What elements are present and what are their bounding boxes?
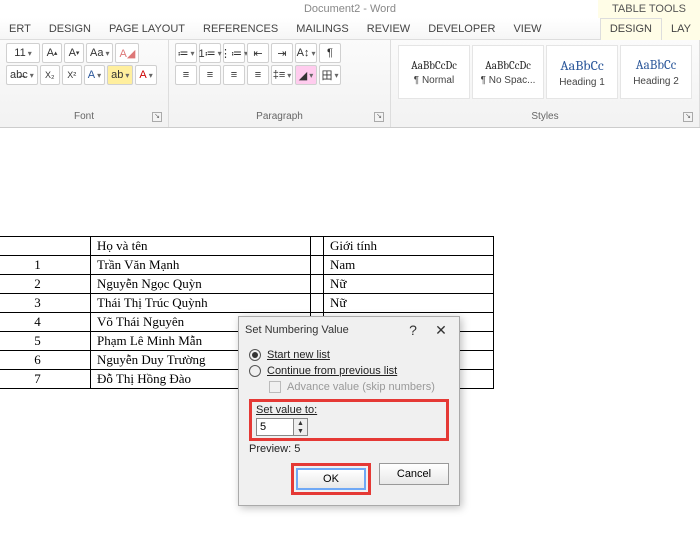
table-tools-caption: TABLE TOOLS <box>598 0 700 18</box>
numbering-button[interactable]: 1≔ <box>199 43 221 63</box>
title-bar: Document2 - Word TABLE TOOLS <box>0 0 700 18</box>
tab-table-design[interactable]: DESIGN <box>600 18 662 40</box>
font-group-label: Font↘ <box>6 111 162 127</box>
ok-button[interactable]: OK <box>296 468 366 490</box>
style-normal[interactable]: AaBbCcDc¶ Normal <box>398 45 470 99</box>
styles-group: AaBbCcDc¶ Normal AaBbCcDc¶ No Spac... Aa… <box>391 40 700 127</box>
align-left-button[interactable]: ≡ <box>175 65 197 85</box>
paragraph-launcher-icon[interactable]: ↘ <box>374 112 384 122</box>
tab-review[interactable]: REVIEW <box>358 18 419 40</box>
spin-down-icon[interactable]: ▼ <box>294 427 307 435</box>
font-launcher-icon[interactable]: ↘ <box>152 112 162 122</box>
doc-title: Document2 - Word <box>304 3 396 15</box>
align-center-button[interactable]: ≡ <box>199 65 221 85</box>
tab-view[interactable]: VIEW <box>504 18 550 40</box>
font-color-button[interactable]: A <box>135 65 156 85</box>
col-gender-header[interactable]: Giới tính <box>324 237 494 256</box>
set-value-label: Set value to: <box>256 404 442 416</box>
col-name-header[interactable]: Họ và tên <box>91 237 311 256</box>
radio-icon <box>249 365 261 377</box>
dialog-title-text: Set Numbering Value <box>245 324 349 336</box>
styles-group-label: Styles↘ <box>397 111 693 127</box>
ribbon-tabs: ERT DESIGN PAGE LAYOUT REFERENCES MAILIN… <box>0 18 700 40</box>
table-row: 2Nguyễn Ngọc QuỳnNữ <box>0 275 494 294</box>
increase-indent-button[interactable]: ⇥ <box>271 43 293 63</box>
multilevel-button[interactable]: ⋮≔ <box>223 43 245 63</box>
cancel-button[interactable]: Cancel <box>379 463 449 485</box>
dialog-close-button[interactable]: ✕ <box>429 322 453 339</box>
clear-formatting-button[interactable]: A◢ <box>115 43 139 63</box>
ribbon: 11 A▴ A▾ Aa A◢ ab̶c X₂ X² A ab A Font↘ ≔… <box>0 40 700 128</box>
font-group: 11 A▴ A▾ Aa A◢ ab̶c X₂ X² A ab A Font↘ <box>0 40 169 127</box>
set-value-spinner[interactable]: ▲▼ <box>256 418 442 436</box>
start-new-list-radio[interactable]: Start new list <box>249 347 449 363</box>
grow-font-button[interactable]: A▴ <box>42 43 62 63</box>
dialog-help-button[interactable]: ? <box>401 322 425 339</box>
line-spacing-button[interactable]: ‡≡ <box>271 65 293 85</box>
strikethrough-button[interactable]: ab̶c <box>6 65 38 85</box>
decrease-indent-button[interactable]: ⇤ <box>247 43 269 63</box>
document-area: Họ và tên Giới tính 1Trần Văn MạnhNam 2N… <box>0 128 700 555</box>
borders-button[interactable]: 田 <box>319 65 341 85</box>
align-right-button[interactable]: ≡ <box>223 65 245 85</box>
paragraph-group: ≔ 1≔ ⋮≔ ⇤ ⇥ A↕ ¶ ≡ ≡ ≡ ≡ ‡≡ ◢ 田 Paragrap… <box>169 40 391 127</box>
style-heading2[interactable]: AaBbCcHeading 2 <box>620 45 692 99</box>
tab-page-layout[interactable]: PAGE LAYOUT <box>100 18 194 40</box>
advance-value-checkbox: Advance value (skip numbers) <box>249 379 449 395</box>
paragraph-group-label: Paragraph↘ <box>175 111 384 127</box>
tab-insert[interactable]: ERT <box>0 18 40 40</box>
set-value-highlight: Set value to: ▲▼ <box>249 399 449 441</box>
change-case-button[interactable]: Aa <box>86 43 113 63</box>
spin-up-icon[interactable]: ▲ <box>294 419 307 427</box>
radio-icon <box>249 349 261 361</box>
justify-button[interactable]: ≡ <box>247 65 269 85</box>
show-marks-button[interactable]: ¶ <box>319 43 341 63</box>
bullets-button[interactable]: ≔ <box>175 43 197 63</box>
tab-design[interactable]: DESIGN <box>40 18 100 40</box>
style-heading1[interactable]: AaBbCcHeading 1 <box>546 45 618 99</box>
table-row: 3Thái Thị Trúc QuỳnhNữ <box>0 294 494 313</box>
tab-mailings[interactable]: MAILINGS <box>287 18 358 40</box>
sort-button[interactable]: A↕ <box>295 43 317 63</box>
set-value-input[interactable] <box>256 418 294 436</box>
font-size-combo[interactable]: 11 <box>6 43 40 63</box>
text-effects-button[interactable]: A <box>84 65 105 85</box>
highlight-button[interactable]: ab <box>107 65 133 85</box>
preview-text: Preview: 5 <box>249 443 449 455</box>
table-row: 1Trần Văn MạnhNam <box>0 256 494 275</box>
tab-references[interactable]: REFERENCES <box>194 18 287 40</box>
col-hidden-header[interactable] <box>311 237 324 256</box>
set-numbering-dialog: Set Numbering Value ? ✕ Start new list C… <box>238 316 460 506</box>
tab-table-layout[interactable]: LAY <box>662 18 700 40</box>
styles-launcher-icon[interactable]: ↘ <box>683 112 693 122</box>
shrink-font-button[interactable]: A▾ <box>64 43 84 63</box>
col-number-header[interactable] <box>0 237 91 256</box>
superscript-button[interactable]: X² <box>62 65 82 85</box>
shading-button[interactable]: ◢ <box>295 65 317 85</box>
tab-developer[interactable]: DEVELOPER <box>419 18 504 40</box>
checkbox-icon <box>269 381 281 393</box>
ok-highlight: OK <box>291 463 371 495</box>
subscript-button[interactable]: X₂ <box>40 65 60 85</box>
style-no-spacing[interactable]: AaBbCcDc¶ No Spac... <box>472 45 544 99</box>
table-header-row: Họ và tên Giới tính <box>0 237 494 256</box>
continue-previous-radio[interactable]: Continue from previous list <box>249 363 449 379</box>
dialog-titlebar[interactable]: Set Numbering Value ? ✕ <box>239 317 459 343</box>
